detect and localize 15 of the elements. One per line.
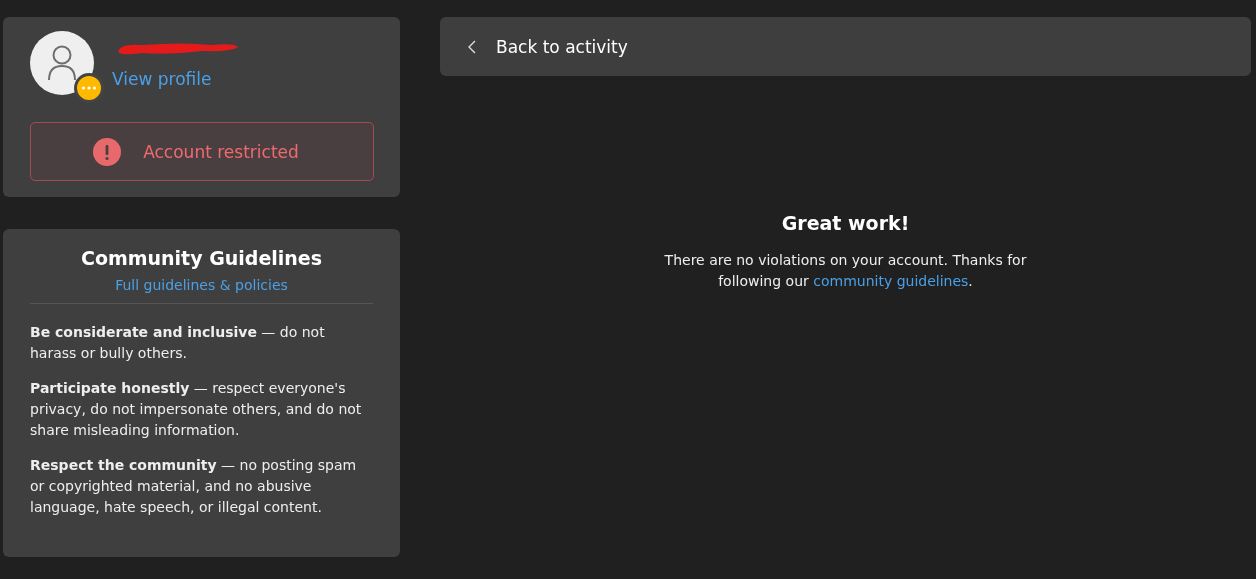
person-icon	[47, 45, 77, 81]
guidelines-link[interactable]: Full guidelines & policies	[115, 277, 288, 293]
guideline-text: Participate honestly — respect everyone's privacy, do not impersonate others, and do not share misleading information.	[30, 379, 363, 440]
message-text: There are no violations on your account. Thanks for following our community guidelines.	[663, 251, 1028, 291]
back-button[interactable]: Back to activity	[440, 17, 1251, 76]
status-text: Account restricted	[143, 141, 299, 162]
guideline-text: Respect the community — no posting spam or copyrighted material, and no abusive language, hate speech, or illegal content.	[30, 456, 358, 517]
guidelines-title: Community Guidelines	[80, 247, 323, 269]
chevron-left-icon	[468, 39, 476, 54]
guideline-text: Be considerate and inclusive — do not harass or bully others.	[30, 323, 326, 363]
view-profile-link[interactable]: View profile	[112, 69, 244, 89]
alert-icon	[93, 137, 122, 166]
ellipsis-icon	[74, 73, 104, 103]
community-guidelines-link[interactable]: community guidelines	[813, 273, 969, 289]
message-title: Great work!	[781, 212, 910, 234]
